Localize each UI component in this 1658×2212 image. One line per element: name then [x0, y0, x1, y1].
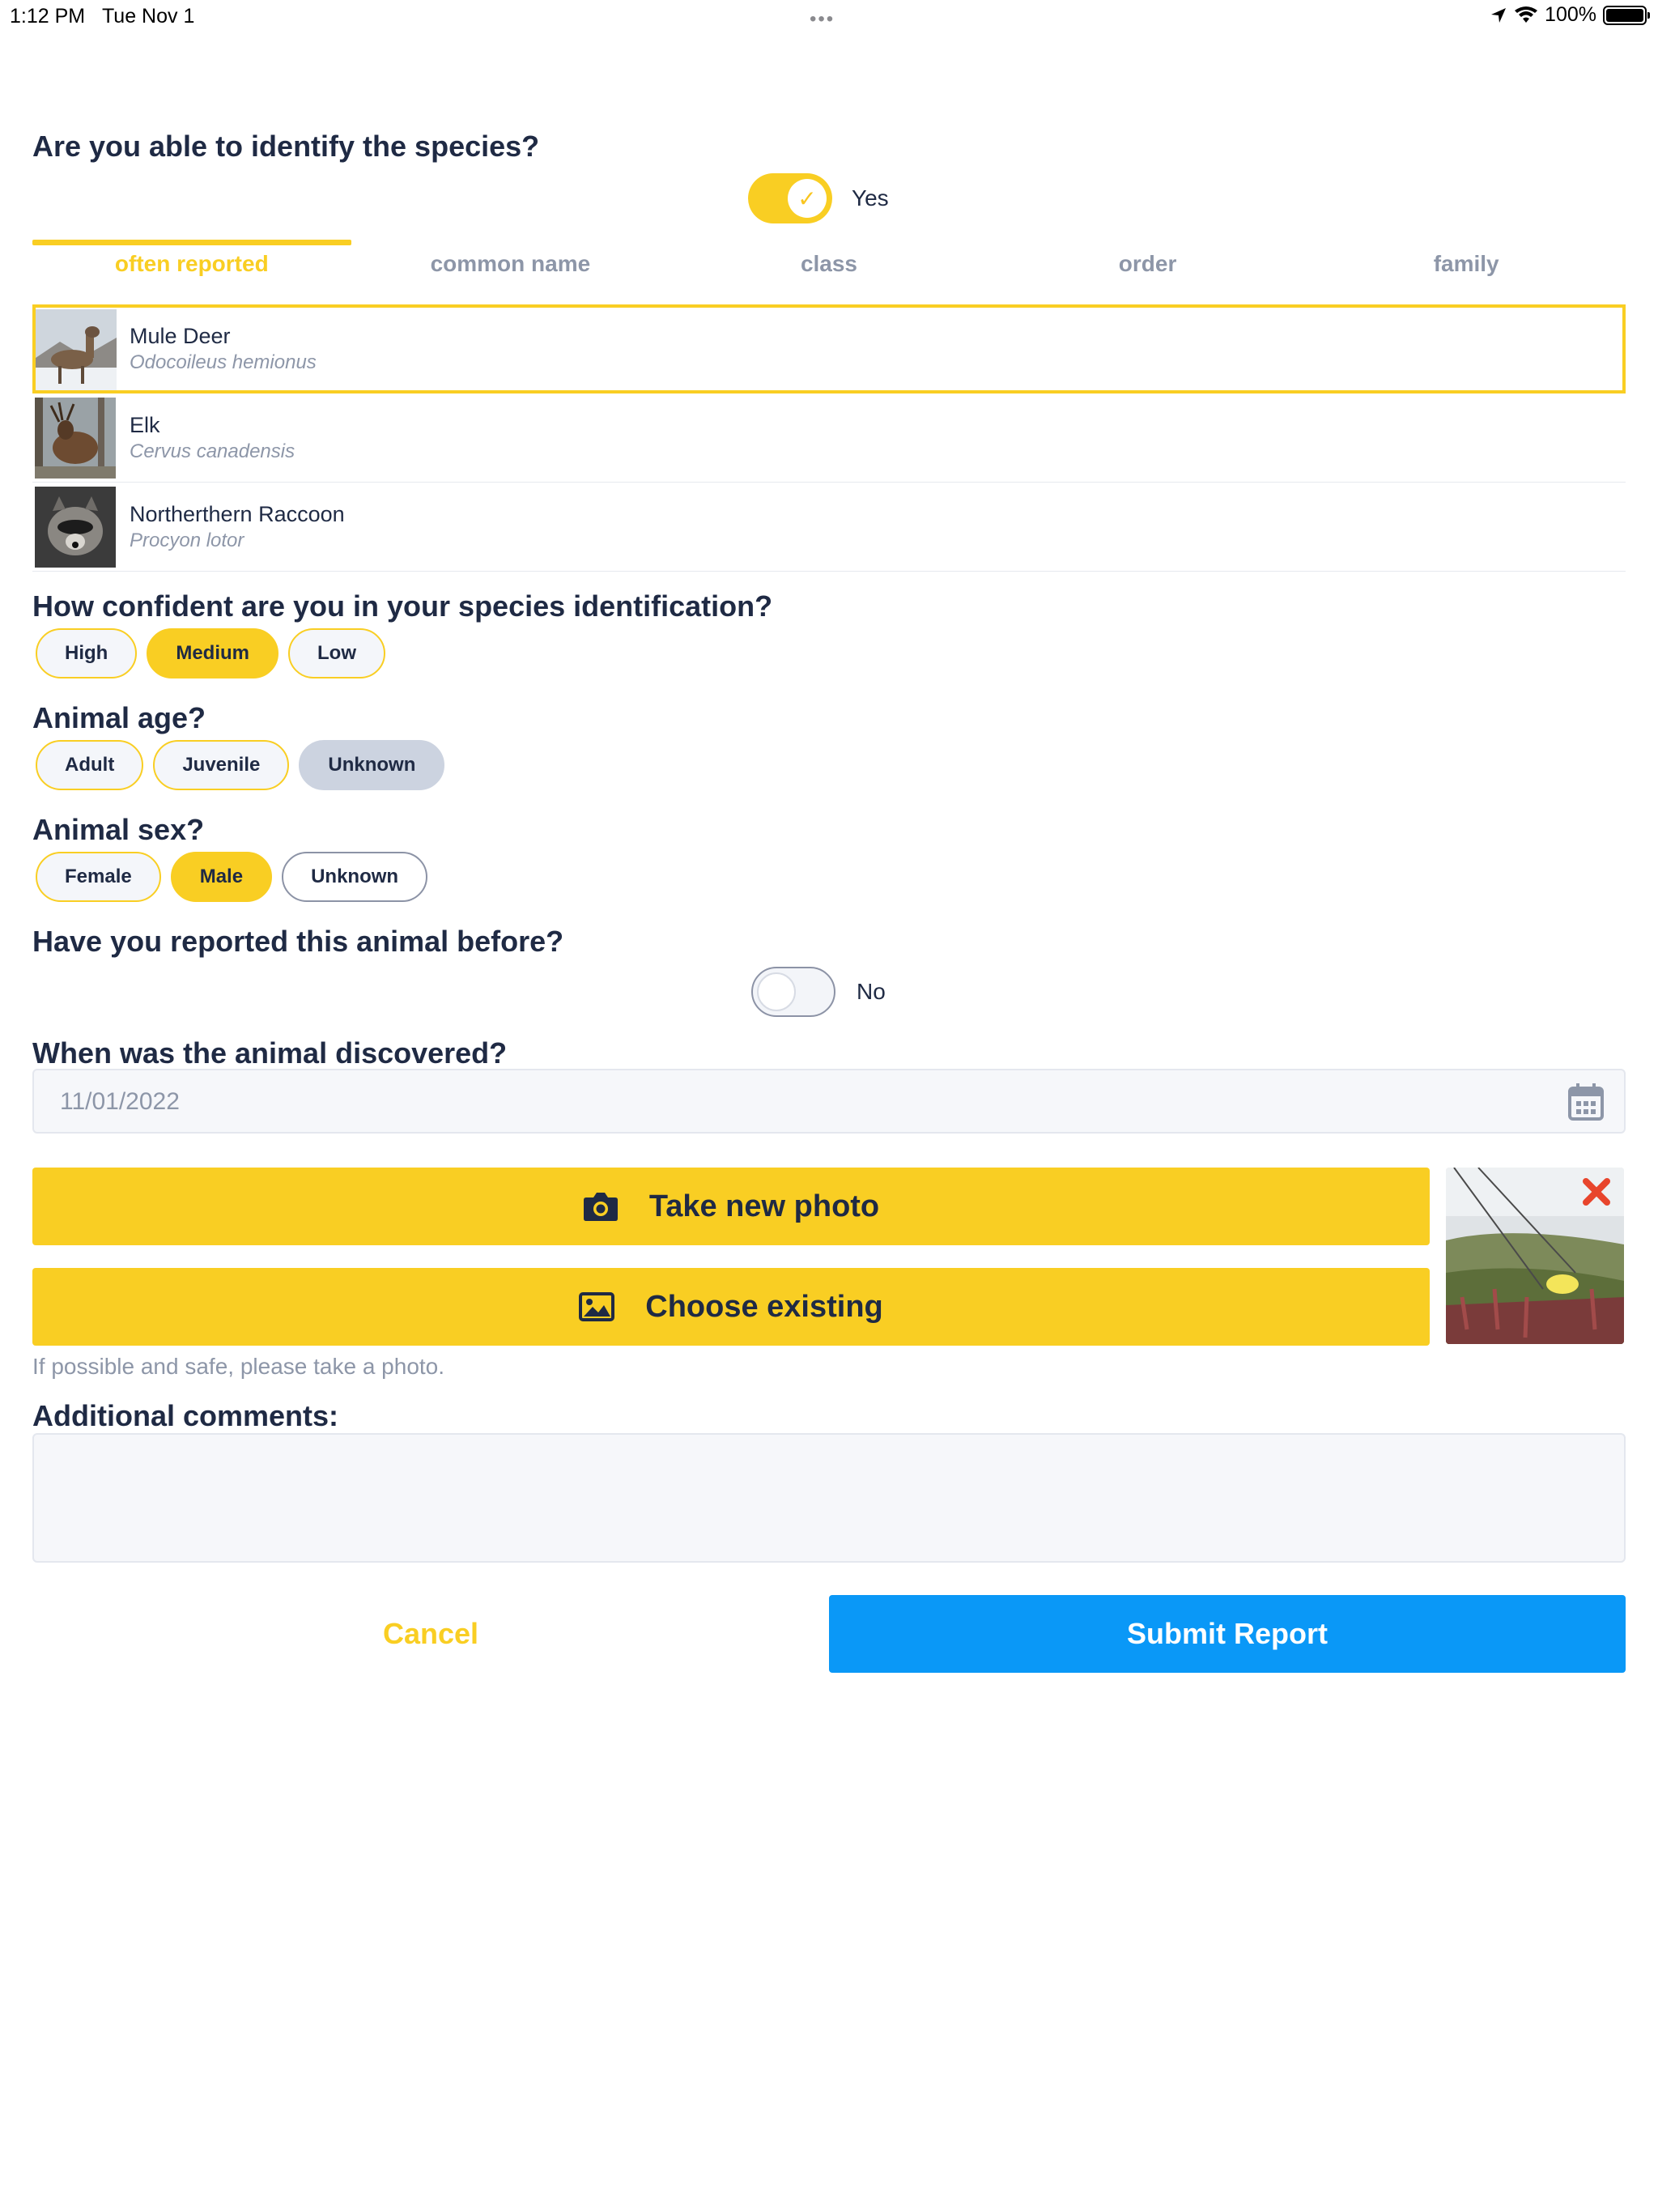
toggle-knob	[757, 972, 796, 1011]
species-name: Mule Deer	[130, 324, 231, 348]
species-row-mule-deer[interactable]: Mule Deer Odocoileus hemionus	[32, 304, 1626, 393]
species-list: Mule Deer Odocoileus hemionus Elk Cervus…	[32, 304, 1626, 572]
sex-question: Animal sex?	[32, 813, 205, 846]
submit-report-button[interactable]: Submit Report	[829, 1595, 1626, 1673]
identify-question: Are you able to identify the species?	[32, 130, 540, 163]
status-indicators: 100%	[1490, 3, 1650, 27]
sex-male-button[interactable]: Male	[170, 852, 273, 902]
confidence-options: High Medium Low	[36, 628, 385, 678]
species-scientific-name: Odocoileus hemionus	[130, 351, 317, 373]
battery-percent: 100%	[1545, 3, 1596, 26]
take-photo-label: Take new photo	[648, 1189, 880, 1223]
tab-class[interactable]: class	[670, 240, 988, 296]
choose-existing-label: Choose existing	[645, 1289, 883, 1324]
species-row-elk[interactable]: Elk Cervus canadensis	[32, 393, 1626, 483]
sex-options: Female Male Unknown	[36, 852, 428, 902]
photo-hint: If possible and safe, please take a phot…	[32, 1354, 445, 1379]
species-name: Northerthern Raccoon	[130, 502, 345, 526]
check-icon: ✓	[788, 179, 827, 218]
comments-label: Additional comments:	[32, 1399, 339, 1432]
raccoon-photo	[35, 487, 116, 568]
confidence-medium-button[interactable]: Medium	[147, 628, 278, 678]
confidence-low-button[interactable]: Low	[288, 628, 385, 678]
elk-photo	[35, 398, 116, 479]
mule-deer-photo	[36, 309, 117, 390]
status-clock: 1:12 PM	[10, 5, 86, 28]
species-row-raccoon[interactable]: Northerthern Raccoon Procyon lotor	[32, 483, 1626, 572]
comments-textarea[interactable]	[32, 1433, 1626, 1563]
discovered-question: When was the animal discovered?	[32, 1036, 508, 1070]
sex-unknown-button[interactable]: Unknown	[282, 852, 428, 902]
camera-icon	[583, 1193, 618, 1221]
location-icon	[1491, 7, 1507, 23]
sex-female-button[interactable]: Female	[36, 852, 161, 902]
reported-before-question: Have you reported this animal before?	[32, 925, 564, 958]
take-photo-button[interactable]: Take new photo	[32, 1168, 1430, 1245]
tab-order[interactable]: order	[988, 240, 1307, 296]
species-name: Elk	[130, 413, 160, 437]
status-date: Tue Nov 1	[101, 5, 195, 28]
age-adult-button[interactable]: Adult	[36, 740, 144, 790]
confidence-question: How confident are you in your species id…	[32, 589, 773, 623]
calendar-icon[interactable]	[1567, 1082, 1605, 1122]
age-juvenile-button[interactable]: Juvenile	[153, 740, 290, 790]
wifi-icon	[1515, 6, 1538, 23]
reported-before-toggle-label: No	[857, 979, 886, 1004]
battery-icon	[1603, 5, 1650, 25]
age-question: Animal age?	[32, 701, 206, 734]
tab-common-name[interactable]: common name	[351, 240, 670, 296]
choose-existing-button[interactable]: Choose existing	[32, 1268, 1430, 1346]
discovered-date-input[interactable]: 11/01/2022	[32, 1069, 1626, 1134]
age-options: Adult Juvenile Unknown	[36, 740, 445, 790]
reported-before-toggle[interactable]	[751, 967, 835, 1017]
image-icon	[579, 1292, 615, 1321]
tab-often-reported[interactable]: often reported	[32, 240, 351, 296]
species-tabs: often reported common name class order f…	[32, 240, 1626, 296]
species-scientific-name: Procyon lotor	[130, 530, 244, 551]
remove-photo-icon[interactable]	[1580, 1176, 1613, 1208]
age-unknown-button[interactable]: Unknown	[299, 740, 445, 790]
status-bar: 1:12 PM Tue Nov 1 ••• 100%	[0, 0, 1658, 36]
status-time: 1:12 PM Tue Nov 1	[10, 5, 194, 28]
species-scientific-name: Cervus canadensis	[130, 440, 295, 462]
discovered-date-value: 11/01/2022	[60, 1088, 180, 1115]
tab-family[interactable]: family	[1307, 240, 1626, 296]
confidence-high-button[interactable]: High	[36, 628, 138, 678]
identify-toggle[interactable]: ✓	[748, 173, 832, 223]
cancel-button[interactable]: Cancel	[32, 1595, 829, 1673]
multitasking-dots[interactable]: •••	[810, 8, 835, 31]
identify-toggle-label: Yes	[852, 185, 889, 211]
